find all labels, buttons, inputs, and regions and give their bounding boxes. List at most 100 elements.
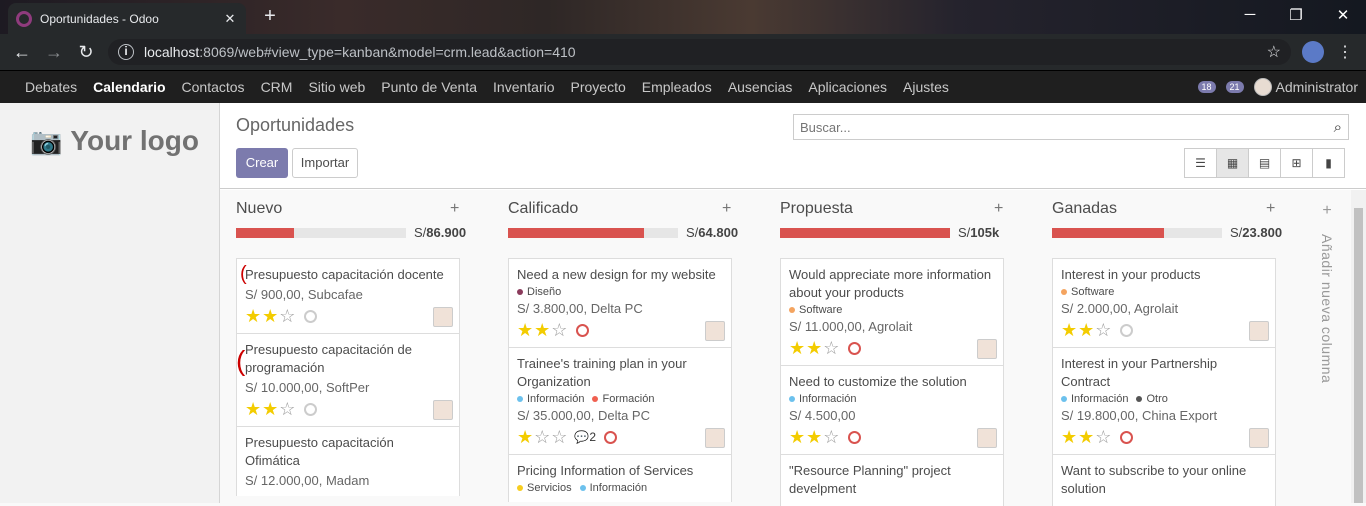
menu-item-ajustes[interactable]: Ajustes	[903, 79, 949, 95]
new-tab-button[interactable]: +	[258, 6, 282, 28]
star-icon[interactable]: ★	[806, 427, 823, 447]
close-window-icon[interactable]: ✕	[1333, 6, 1353, 24]
menu-item-debates[interactable]: Debates	[25, 79, 77, 95]
priority-stars[interactable]: ★★☆	[245, 399, 296, 420]
url-field[interactable]: i localhost:8069/web#view_type=kanban&mo…	[108, 39, 1291, 65]
priority-stars[interactable]: ★★☆	[1061, 320, 1112, 341]
menu-item-punto-de-venta[interactable]: Punto de Venta	[381, 79, 477, 95]
site-info-icon[interactable]: i	[118, 44, 134, 60]
close-tab-icon[interactable]: ✕	[222, 11, 238, 27]
star-icon[interactable]: ☆	[551, 427, 568, 447]
star-icon[interactable]: ★	[517, 427, 534, 447]
menu-item-ausencias[interactable]: Ausencias	[728, 79, 793, 95]
menu-item-proyecto[interactable]: Proyecto	[571, 79, 626, 95]
activity-clock-icon[interactable]	[304, 402, 318, 416]
kanban-card[interactable]: Trainee's training plan in your Organiza…	[508, 347, 732, 454]
quick-create-icon[interactable]: +	[450, 200, 459, 218]
menu-item-contactos[interactable]: Contactos	[182, 79, 245, 95]
star-icon[interactable]: ☆	[279, 306, 296, 326]
column-progress-bar[interactable]	[780, 228, 950, 238]
kanban-card[interactable]: Presupuesto capacitación de programación…	[236, 333, 460, 426]
star-icon[interactable]: ★	[262, 306, 279, 326]
browser-menu-icon[interactable]: ⋮	[1337, 42, 1353, 62]
priority-stars[interactable]: ★★☆	[1061, 427, 1112, 448]
activity-clock-icon[interactable]	[604, 430, 618, 444]
menu-item-calendario[interactable]: Calendario	[93, 79, 165, 95]
menu-item-empleados[interactable]: Empleados	[642, 79, 712, 95]
star-icon[interactable]: ★	[789, 338, 806, 358]
star-icon[interactable]: ★	[245, 306, 262, 326]
restore-icon[interactable]: ❐	[1286, 6, 1306, 24]
quick-create-icon[interactable]: +	[994, 200, 1003, 218]
kanban-card[interactable]: Presupuesto capacitación docente S/ 900,0…	[236, 258, 460, 333]
activity-clock-icon[interactable]	[1120, 430, 1134, 444]
column-progress-bar[interactable]	[1052, 228, 1222, 238]
quick-create-icon[interactable]: +	[1266, 200, 1275, 218]
import-button[interactable]: Importar	[292, 148, 358, 178]
kanban-card[interactable]: "Resource Planning" project develpment	[780, 454, 1004, 506]
priority-stars[interactable]: ★★☆	[789, 338, 840, 359]
search-input[interactable]	[800, 119, 1334, 135]
vertical-scrollbar[interactable]	[1351, 190, 1366, 503]
star-icon[interactable]: ★	[517, 320, 534, 340]
priority-stars[interactable]: ★★☆	[789, 427, 840, 448]
kanban-view-icon[interactable]: ▦	[1216, 148, 1249, 178]
add-column-button[interactable]: + Añadir nueva columna	[1312, 202, 1342, 383]
scrollbar-thumb[interactable]	[1354, 208, 1363, 503]
menu-item-aplicaciones[interactable]: Aplicaciones	[808, 79, 887, 95]
reload-icon[interactable]: ↻	[70, 42, 102, 63]
forward-arrow-icon[interactable]: →	[38, 42, 70, 63]
priority-stars[interactable]: ★★☆	[517, 320, 568, 341]
menu-item-crm[interactable]: CRM	[261, 79, 293, 95]
star-icon[interactable]: ★	[1078, 427, 1095, 447]
kanban-card[interactable]: Would appreciate more information about …	[780, 258, 1004, 365]
star-icon[interactable]: ★	[1061, 427, 1078, 447]
star-icon[interactable]: ★	[806, 338, 823, 358]
activity-clock-icon[interactable]	[848, 430, 862, 444]
star-icon[interactable]: ★	[789, 427, 806, 447]
pivot-view-icon[interactable]: ⊞	[1280, 148, 1313, 178]
quick-create-icon[interactable]: +	[722, 200, 731, 218]
column-progress-bar[interactable]	[508, 228, 678, 238]
kanban-card[interactable]: Need a new design for my website Diseño S/…	[508, 258, 732, 347]
activity-clock-icon[interactable]	[1120, 323, 1134, 337]
priority-stars[interactable]: ★☆☆	[517, 427, 568, 448]
star-icon[interactable]: ☆	[823, 427, 840, 447]
user-menu[interactable]: Administrator	[1253, 78, 1358, 96]
menu-item-inventario[interactable]: Inventario	[493, 79, 554, 95]
create-button[interactable]: Crear	[236, 148, 288, 178]
kanban-card[interactable]: Need to customize the solution Informació…	[780, 365, 1004, 454]
kanban-card[interactable]: Interest in your Partnership Contract Inf…	[1052, 347, 1276, 454]
priority-stars[interactable]: ★★☆	[245, 306, 296, 327]
calendar-view-icon[interactable]: ▤	[1248, 148, 1281, 178]
browser-tab[interactable]: Oportunidades - Odoo ✕	[8, 3, 246, 34]
star-icon[interactable]: ★	[245, 399, 262, 419]
star-icon[interactable]: ★	[534, 320, 551, 340]
kanban-card[interactable]: Pricing Information of Services Servicios…	[508, 454, 732, 502]
chat-badge[interactable]: 21	[1225, 81, 1244, 93]
star-icon[interactable]: ☆	[551, 320, 568, 340]
search-icon[interactable]: ⌕	[1334, 119, 1342, 136]
kanban-card[interactable]: Presupuesto capacitación Ofimática S/ 12.…	[236, 426, 460, 496]
company-logo[interactable]: 📷 Your logo	[30, 125, 199, 157]
messages-badge[interactable]: 18	[1197, 81, 1216, 93]
kanban-card[interactable]: Want to subscribe to your online solutio…	[1052, 454, 1276, 506]
star-icon[interactable]: ☆	[1095, 320, 1112, 340]
graph-view-icon[interactable]: ▮	[1312, 148, 1345, 178]
menu-item-sitio-web[interactable]: Sitio web	[308, 79, 365, 95]
star-icon[interactable]: ☆	[534, 427, 551, 447]
star-icon[interactable]: ★	[262, 399, 279, 419]
activity-clock-icon[interactable]	[304, 309, 318, 323]
bookmark-star-icon[interactable]: ☆	[1267, 42, 1281, 62]
activity-clock-icon[interactable]	[576, 323, 590, 337]
star-icon[interactable]: ☆	[279, 399, 296, 419]
back-arrow-icon[interactable]: ←	[6, 42, 38, 63]
profile-avatar[interactable]	[1302, 41, 1324, 63]
star-icon[interactable]: ☆	[823, 338, 840, 358]
activity-clock-icon[interactable]	[848, 341, 862, 355]
minimize-icon[interactable]: ─	[1240, 6, 1260, 23]
kanban-card[interactable]: Interest in your products Software S/ 2.00…	[1052, 258, 1276, 347]
star-icon[interactable]: ★	[1061, 320, 1078, 340]
star-icon[interactable]: ★	[1078, 320, 1095, 340]
star-icon[interactable]: ☆	[1095, 427, 1112, 447]
